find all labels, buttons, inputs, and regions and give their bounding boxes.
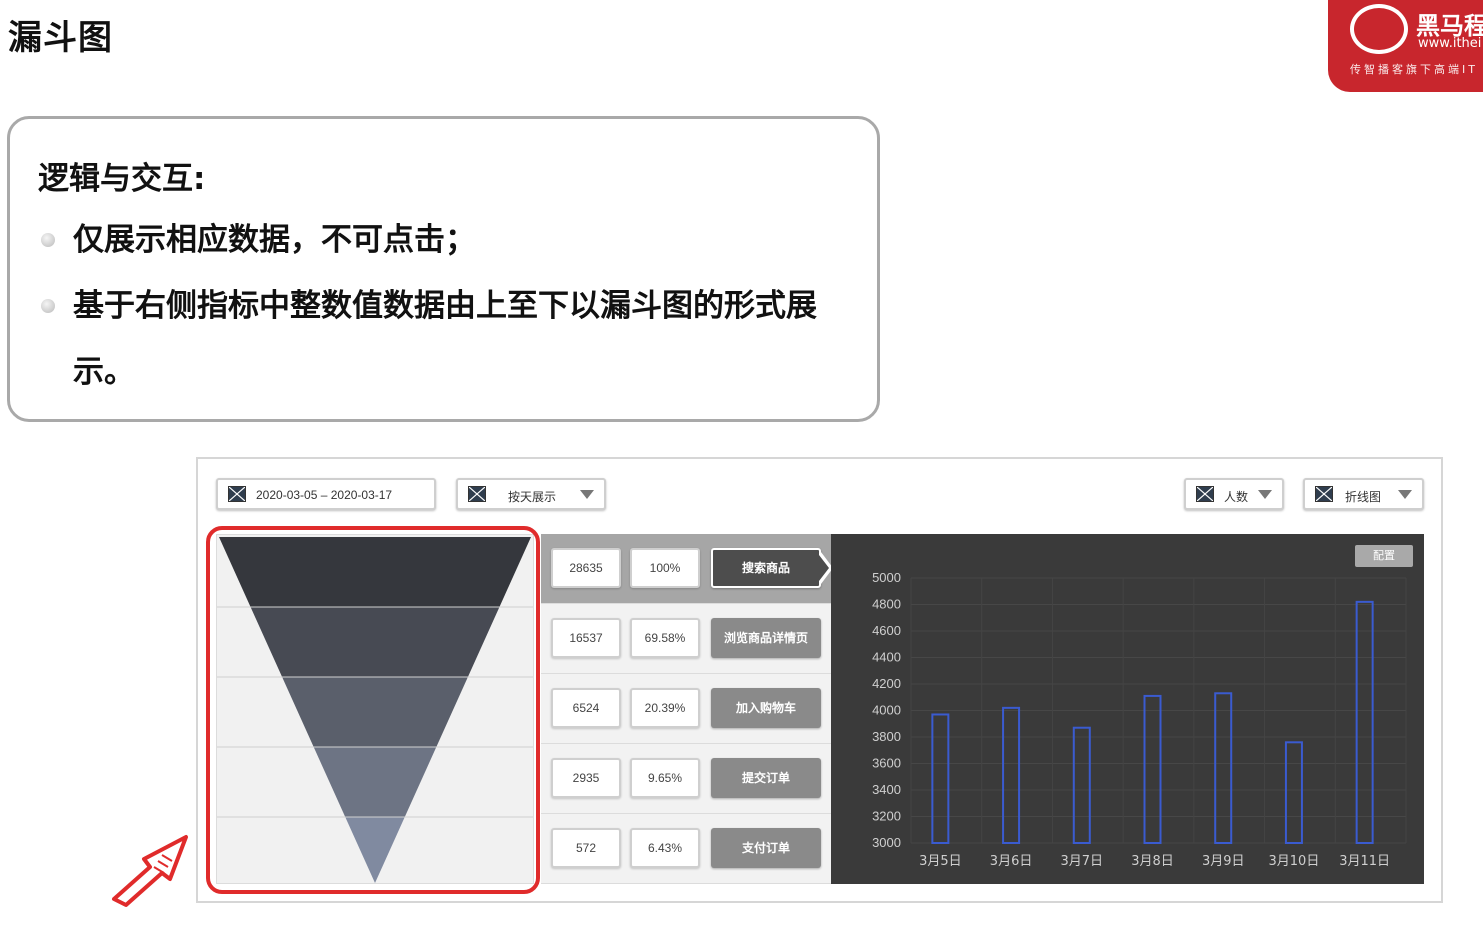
- funnel-step-row: 28635 100% 搜索商品: [541, 534, 833, 604]
- step-percent: 69.58%: [630, 618, 700, 658]
- step-percent: 6.43%: [630, 828, 700, 868]
- description-heading: 逻辑与交互:: [38, 161, 206, 197]
- step-label-tag: 提交订单: [711, 758, 821, 798]
- x-tick-label: 3月6日: [990, 854, 1033, 869]
- image-placeholder-icon: [1315, 486, 1333, 502]
- chevron-down-icon: [1258, 490, 1272, 499]
- step-count: 572: [551, 828, 621, 868]
- y-tick-label: 3800: [872, 729, 901, 744]
- chevron-down-icon: [1398, 490, 1412, 499]
- chart-bar: [1072, 726, 1091, 845]
- step-count: 6524: [551, 688, 621, 728]
- image-placeholder-icon: [228, 486, 246, 502]
- chart-bar: [931, 713, 950, 844]
- chart-bar: [1284, 741, 1303, 844]
- y-tick-label: 3400: [872, 782, 901, 797]
- chart-bar: [1002, 706, 1021, 844]
- y-tick-label: 4200: [872, 676, 901, 691]
- x-tick-label: 3月11日: [1339, 854, 1390, 869]
- trend-bar-chart: 3000 3200 3400 3600 3800 4000 4200 4400 4600 4800…: [872, 570, 1407, 869]
- funnel-step-row: 572 6.43% 支付订单: [541, 814, 831, 884]
- granularity-select[interactable]: 按天展示: [456, 478, 606, 510]
- chart-type-value: 折线图: [1345, 490, 1382, 504]
- pointer-arrow-icon: [112, 835, 188, 907]
- step-count: 2935: [551, 758, 621, 798]
- funnel-step-row: 6524 20.39% 加入购物车: [541, 674, 831, 744]
- bullet-text: 仅展示相应数据，不可点击；: [73, 222, 476, 258]
- step-percent: 9.65%: [630, 758, 700, 798]
- bullet-dot-icon: [41, 299, 55, 313]
- x-tick-label: 3月10日: [1269, 854, 1320, 869]
- brand-logo: 黑马程 www.ithei 传智播客旗下高端IT: [1328, 0, 1483, 92]
- page-title: 漏斗图: [8, 18, 113, 58]
- logo-url: www.ithei: [1418, 36, 1482, 51]
- granularity-value: 按天展示: [508, 490, 557, 504]
- date-range-picker[interactable]: 2020-03-05 – 2020-03-17: [216, 478, 436, 510]
- metric-value: 人数: [1224, 490, 1249, 504]
- description-bullet: 仅展示相应数据，不可点击；: [38, 207, 878, 273]
- step-label-tag: 加入购物车: [711, 688, 821, 728]
- y-tick-label: 3000: [872, 835, 901, 850]
- chart-bar: [1355, 600, 1374, 844]
- chevron-down-icon: [580, 490, 594, 499]
- step-label-tag: 搜索商品: [711, 548, 821, 588]
- step-count: 16537: [551, 618, 621, 658]
- horse-logo-icon: [1350, 4, 1408, 54]
- chart-bar: [1143, 694, 1162, 844]
- y-tick-label: 5000: [872, 570, 901, 585]
- description-bullet: 基于右侧指标中整数值数据由上至下以漏斗图的形式展示。: [38, 273, 878, 405]
- chart-bar: [1214, 692, 1233, 844]
- metric-select[interactable]: 人数: [1184, 478, 1284, 510]
- x-tick-label: 3月9日: [1202, 854, 1245, 869]
- funnel-step-row: 16537 69.58% 浏览商品详情页: [541, 604, 831, 674]
- y-tick-label: 3200: [872, 809, 901, 824]
- trend-chart-panel: 3000 3200 3400 3600 3800 4000 4200 4400 4600 4800…: [831, 534, 1424, 884]
- active-step-pointer-fill: [819, 555, 829, 581]
- y-tick-label: 4600: [872, 623, 901, 638]
- x-tick-label: 3月5日: [919, 854, 962, 869]
- config-button[interactable]: 配置: [1355, 545, 1413, 567]
- bullet-dot-icon: [41, 233, 55, 247]
- chart-type-select[interactable]: 折线图: [1303, 478, 1424, 510]
- date-range-value: 2020-03-05 – 2020-03-17: [256, 488, 393, 502]
- x-tick-label: 3月8日: [1131, 854, 1174, 869]
- step-count: 28635: [551, 548, 621, 588]
- logo-tagline: 传智播客旗下高端IT: [1350, 63, 1478, 76]
- x-tick-label: 3月7日: [1061, 854, 1104, 869]
- image-placeholder-icon: [1196, 486, 1214, 502]
- step-label-tag: 支付订单: [711, 828, 821, 868]
- funnel-step-row: 2935 9.65% 提交订单: [541, 744, 831, 814]
- logic-description-box: 逻辑与交互: 仅展示相应数据，不可点击； 基于右侧指标中整数值数据由上至下以漏斗…: [7, 116, 880, 422]
- bullet-text: 基于右侧指标中整数值数据由上至下以漏斗图的形式展示。: [73, 288, 817, 390]
- image-placeholder-icon: [468, 486, 486, 502]
- y-tick-label: 3600: [872, 756, 901, 771]
- y-tick-label: 4400: [872, 650, 901, 665]
- y-tick-label: 4000: [872, 703, 901, 718]
- y-tick-label: 4800: [872, 597, 901, 612]
- step-label-tag: 浏览商品详情页: [711, 618, 821, 658]
- highlight-annotation: [206, 526, 540, 894]
- step-percent: 20.39%: [630, 688, 700, 728]
- step-percent: 100%: [630, 548, 700, 588]
- funnel-prototype-panel: 2020-03-05 – 2020-03-17 按天展示 人数 折线图 2863…: [196, 457, 1443, 903]
